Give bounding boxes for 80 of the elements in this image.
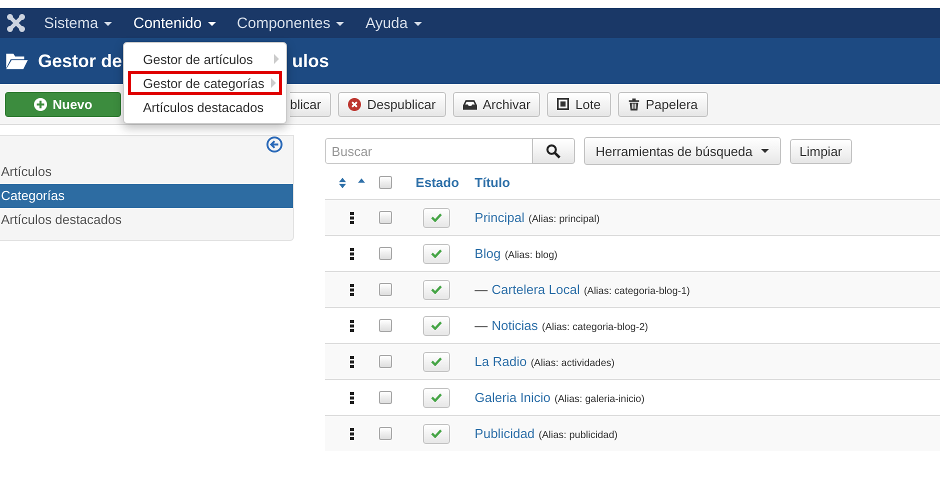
drag-handle-icon[interactable] <box>350 284 354 296</box>
folder-icon <box>6 52 28 70</box>
alias-text: (Alias: publicidad) <box>538 430 618 441</box>
nav-menu-item[interactable]: Ayuda <box>365 14 422 32</box>
category-link[interactable]: Principal <box>474 210 525 225</box>
status-toggle[interactable] <box>422 280 450 300</box>
column-header[interactable]: Título <box>466 175 940 190</box>
trash-button[interactable]: Papelera <box>618 92 708 116</box>
category-link[interactable]: Noticias <box>492 318 538 333</box>
sort-icon[interactable] <box>338 176 346 188</box>
check-icon <box>430 321 442 330</box>
publish-button[interactable]: blicar <box>290 92 332 116</box>
drag-handle-icon[interactable] <box>350 392 354 404</box>
drag-handle-icon[interactable] <box>350 356 354 368</box>
archive-button[interactable]: Archivar <box>452 92 540 116</box>
row-checkbox[interactable] <box>379 247 392 260</box>
drag-handle-icon[interactable] <box>350 248 354 260</box>
drag-handle-icon[interactable] <box>350 212 354 224</box>
level-dash: — <box>474 318 488 333</box>
alias-text: (Alias: categoria-blog-2) <box>542 322 648 333</box>
batch-button[interactable]: Lote <box>547 92 611 116</box>
category-link[interactable]: Publicidad <box>474 426 535 441</box>
nav-menu-item[interactable]: Componentes <box>236 14 344 32</box>
column-header[interactable]: Estado <box>406 175 466 190</box>
sidebar-item[interactable]: Artículos destacados <box>0 208 293 232</box>
row-checkbox[interactable] <box>379 427 392 440</box>
status-toggle[interactable] <box>422 388 450 408</box>
plus-icon <box>34 98 47 110</box>
category-link[interactable]: La Radio <box>474 354 527 369</box>
dropdown-menu-item[interactable]: Gestor de artículos <box>124 47 286 71</box>
square-icon <box>557 98 570 110</box>
category-link[interactable]: Galeria Inicio <box>474 390 551 405</box>
status-toggle[interactable] <box>422 352 450 372</box>
dropdown-menu-item[interactable]: Gestor de categorías <box>128 71 282 95</box>
select-all-checkbox[interactable] <box>379 176 392 189</box>
nav-menu-item[interactable]: Sistema <box>44 14 112 32</box>
new-button[interactable]: Nuevo <box>5 92 121 116</box>
alias-text: (Alias: principal) <box>528 214 600 225</box>
check-icon <box>430 213 442 222</box>
close-icon <box>348 98 362 110</box>
category-link[interactable]: Cartelera Local <box>492 282 580 297</box>
search-button[interactable] <box>532 138 575 164</box>
dropdown-menu-item[interactable]: Artículos destacados <box>124 95 286 119</box>
drag-handle-icon[interactable] <box>350 428 354 440</box>
sidebar-item[interactable]: Categorías <box>0 184 293 208</box>
sidebar-item[interactable]: Artículos <box>0 160 293 184</box>
alias-text: (Alias: galeria-inicio) <box>554 394 645 405</box>
row-checkbox[interactable] <box>379 355 392 368</box>
caret-up-icon[interactable] <box>358 178 365 182</box>
check-icon <box>430 393 442 402</box>
page-title: ulos <box>292 50 330 72</box>
trash-icon <box>628 98 640 110</box>
drag-handle-icon[interactable] <box>350 320 354 332</box>
status-toggle[interactable] <box>422 244 450 264</box>
search-icon <box>546 144 561 158</box>
row-checkbox[interactable] <box>379 211 392 224</box>
level-dash: — <box>474 282 488 297</box>
row-checkbox[interactable] <box>379 319 392 332</box>
row-checkbox[interactable] <box>379 283 392 296</box>
unpublish-button[interactable]: Despublicar <box>338 92 446 116</box>
alias-text: (Alias: blog) <box>504 250 558 261</box>
category-link[interactable]: Blog <box>474 246 501 261</box>
status-toggle[interactable] <box>422 208 450 228</box>
row-checkbox[interactable] <box>379 391 392 404</box>
alias-text: (Alias: categoria-blog-1) <box>584 286 690 297</box>
search-field[interactable]: Buscar <box>324 138 533 164</box>
nav-menu-item[interactable]: Contenido <box>133 14 216 32</box>
check-icon <box>430 249 442 258</box>
check-icon <box>430 357 442 366</box>
check-icon <box>430 429 442 438</box>
clear-button[interactable]: Limpiar <box>790 138 852 164</box>
page-title: Gestor de <box>38 50 122 72</box>
alias-text: (Alias: actividades) <box>530 358 615 369</box>
check-icon <box>430 285 442 294</box>
archive-icon <box>462 98 477 110</box>
search-tools-button[interactable]: Herramientas de búsqueda <box>584 137 780 165</box>
collapse-icon[interactable] <box>266 136 283 153</box>
status-toggle[interactable] <box>422 316 450 336</box>
logo-icon[interactable] <box>6 13 26 33</box>
status-toggle[interactable] <box>422 424 450 444</box>
